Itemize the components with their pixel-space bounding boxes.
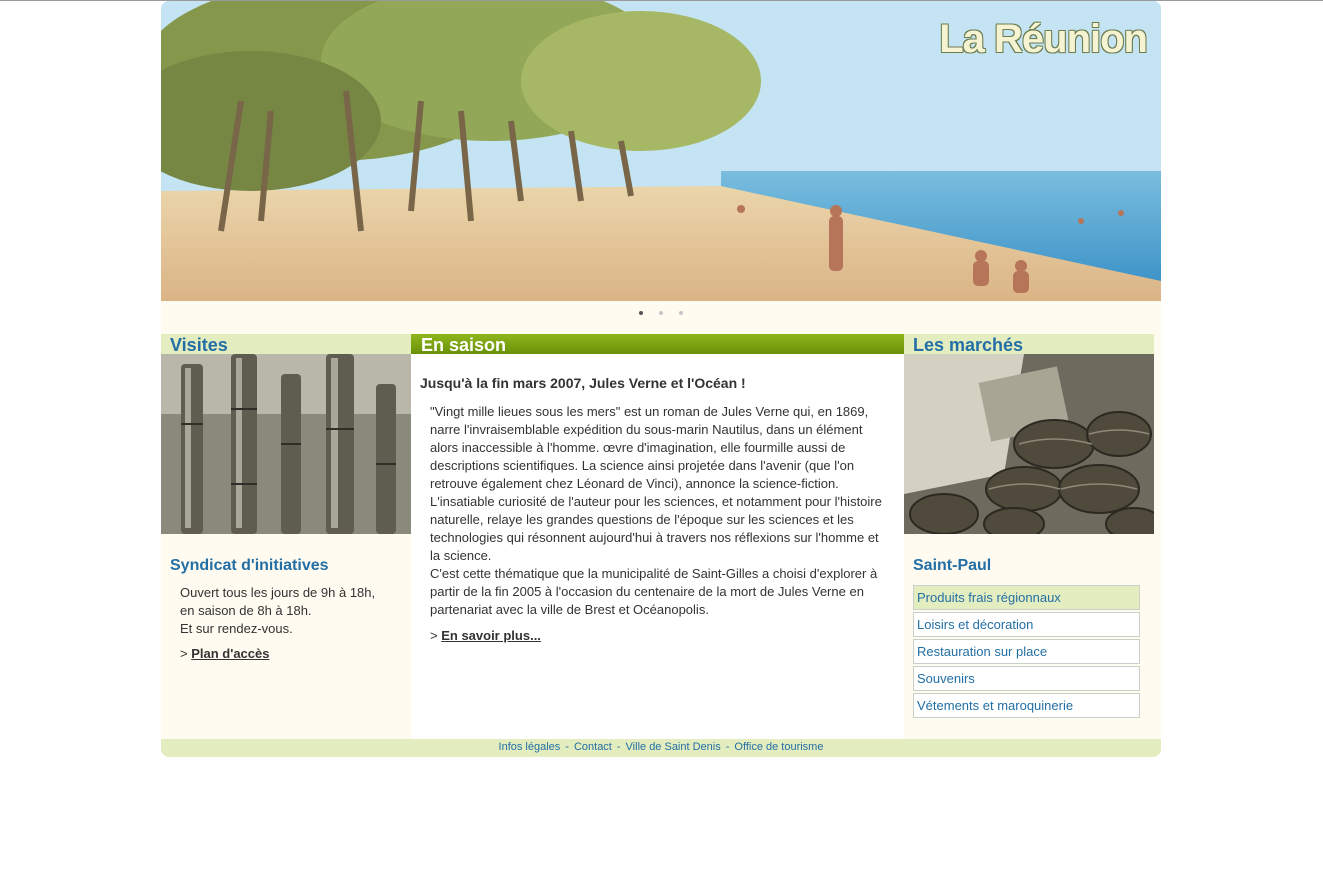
footer-link-legal[interactable]: Infos légales xyxy=(499,741,561,753)
article-paragraph: "Vingt mille lieues sous les mers" est u… xyxy=(430,404,882,563)
article-body: "Vingt mille lieues sous les mers" est u… xyxy=(430,403,890,619)
access-map-link[interactable]: Plan d'accès xyxy=(191,646,269,661)
season-column: En saison Jusqu'à la fin mars 2007, Jule… xyxy=(411,334,904,739)
footer-separator: - xyxy=(725,741,730,753)
page-container: La Réunion Visites Syndicat d'initiative… xyxy=(161,1,1161,757)
market-town-heading: Saint-Paul xyxy=(913,557,992,574)
markets-column: Les marchés Saint-Paul Produits frais ré… xyxy=(904,334,1154,739)
market-category-item[interactable]: Loisirs et décoration xyxy=(913,612,1140,637)
opening-hours-line: Ouvert tous les jours de 9h à 18h, xyxy=(180,585,376,600)
market-category-item[interactable]: Souvenirs xyxy=(913,666,1140,691)
slide-dot-3[interactable] xyxy=(679,311,683,315)
footer-separator: - xyxy=(565,741,569,753)
content-columns: Visites Syndicat d'initiatives Ouvert to… xyxy=(161,334,1161,739)
cocoa-photo xyxy=(904,354,1154,534)
link-arrow: > xyxy=(430,628,442,643)
slideshow-dots xyxy=(161,301,1161,334)
slide-dot-1[interactable] xyxy=(639,311,643,315)
footer-separator: - xyxy=(616,741,621,753)
read-more-link[interactable]: En savoir plus... xyxy=(441,628,541,643)
tourist-office-heading: Syndicat d'initiatives xyxy=(170,557,329,574)
bamboo-photo xyxy=(161,354,411,534)
site-logo: La Réunion xyxy=(939,17,1148,61)
opening-hours: Ouvert tous les jours de 9h à 18h, en sa… xyxy=(180,584,411,638)
slide-dot-2[interactable] xyxy=(659,311,663,315)
market-category-item[interactable]: Restauration sur place xyxy=(913,639,1140,664)
visits-column: Visites Syndicat d'initiatives Ouvert to… xyxy=(161,334,411,739)
markets-heading: Les marchés xyxy=(904,334,1154,355)
footer-link-contact[interactable]: Contact xyxy=(574,741,612,753)
footer-nav: Infos légales - Contact - Ville de Saint Den… xyxy=(161,739,1161,757)
article-paragraph: C'est cette thématique que la municipali… xyxy=(430,566,878,617)
link-arrow: > xyxy=(180,646,192,661)
opening-hours-line: Et sur rendez-vous. xyxy=(180,621,293,636)
read-more-row: > En savoir plus... xyxy=(430,628,904,643)
access-map-row: > Plan d'accès xyxy=(180,646,411,661)
visits-heading: Visites xyxy=(161,334,411,355)
footer-link-tourism-office[interactable]: Office de tourisme xyxy=(734,741,823,753)
market-category-item[interactable]: Produits frais régionnaux xyxy=(913,585,1140,610)
banner-slideshow: La Réunion xyxy=(161,1,1161,301)
market-categories: Produits frais régionnaux Loisirs et déc… xyxy=(913,585,1140,718)
footer-link-city[interactable]: Ville de Saint Denis xyxy=(626,741,721,753)
season-heading: En saison xyxy=(411,334,904,355)
article-title: Jusqu'à la fin mars 2007, Jules Verne et… xyxy=(420,375,746,391)
market-category-item[interactable]: Vétements et maroquinerie xyxy=(913,693,1140,718)
opening-hours-line: en saison de 8h à 18h. xyxy=(180,603,312,618)
